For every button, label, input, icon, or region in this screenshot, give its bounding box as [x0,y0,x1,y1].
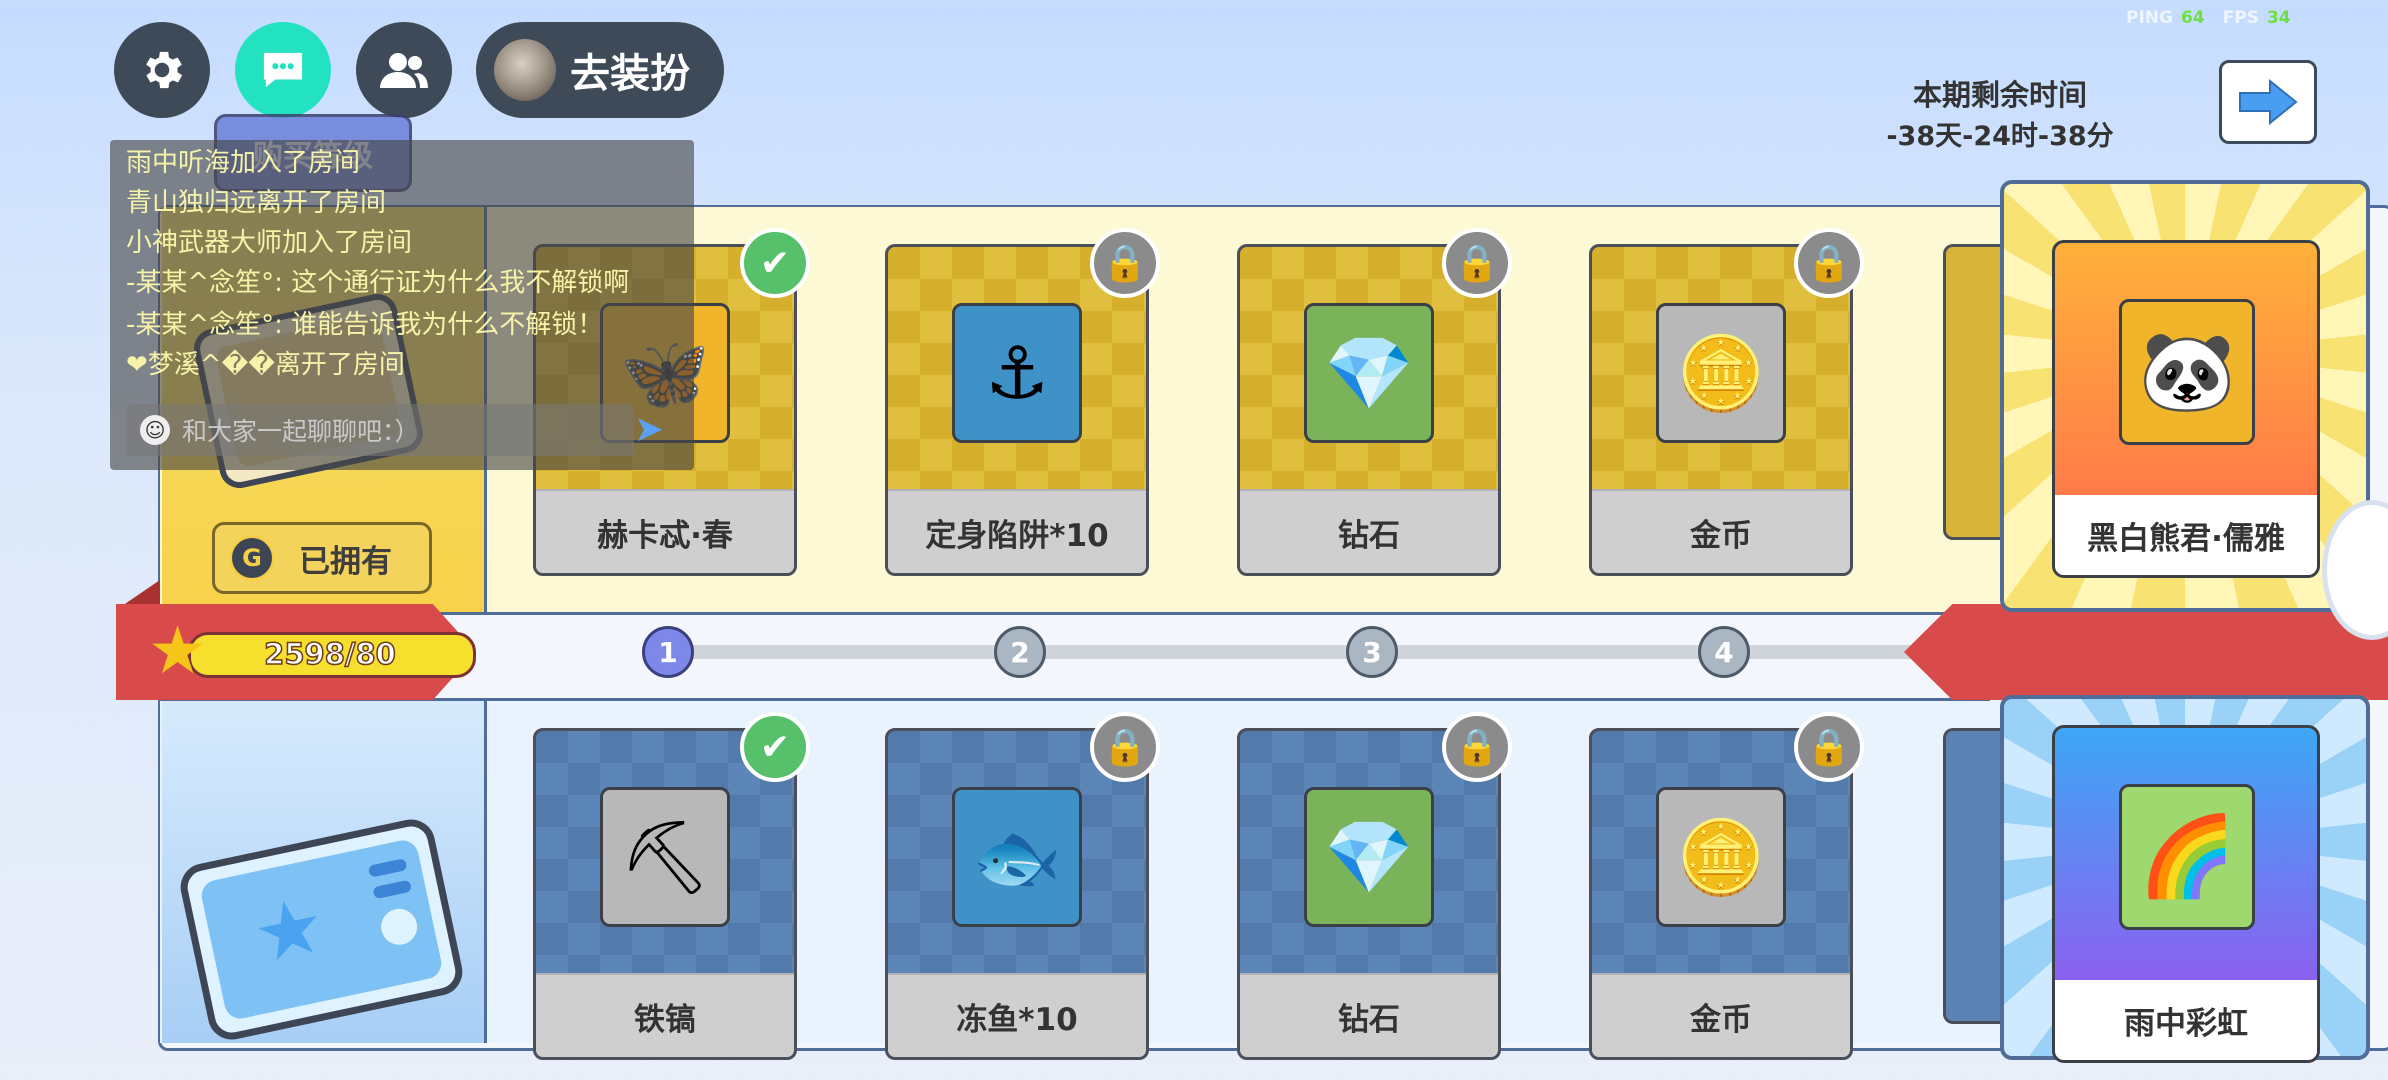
chat-bubble-icon [263,52,303,88]
level-node[interactable]: 1 [642,626,694,678]
diamond-icon: 💎 [1304,787,1434,927]
chat-message: 雨中听海加入了房间 [126,148,361,178]
reward-label: 铁镐 [536,973,794,1057]
owned-label: 已拥有 [299,543,392,580]
ping-label: PING [2126,8,2173,28]
reward-label: 钻石 [1240,973,1498,1057]
ping-fps-readout: PING 64 FPS 34 [2126,8,2291,28]
star-icon: ★ [148,612,208,689]
reward-card-partial[interactable] [1943,244,2006,540]
friends-icon [380,53,428,88]
coin-icon: 🪙 [1656,303,1786,443]
level-node[interactable]: 4 [1698,626,1750,678]
chat-placeholder: 和大家一起聊聊吧：） [182,417,420,446]
chat-button[interactable] [235,22,331,118]
gear-icon [146,51,183,89]
lock-icon: 🔒 [1794,712,1864,782]
coin-icon: 🪙 [1656,787,1786,927]
ping-value: 64 [2180,8,2205,28]
fps-label: FPS [2222,8,2259,28]
chat-message: 青山独归远离开了房间 [126,188,387,218]
premium-reward-label: 雨中彩虹 [2055,980,2317,1060]
emoji-icon[interactable]: ☺ [140,415,170,445]
claimed-check-icon: ✔ [740,712,810,782]
chat-input[interactable]: ☺ 和大家一起聊聊吧：） [126,404,634,456]
rainbow-icon: 🌈 [2119,784,2255,930]
reward-label: 冻鱼*10 [888,973,1146,1057]
frozen-fish-icon: 🐟 [952,787,1082,927]
reward-label: 金币 [1592,489,1850,573]
reward-card-partial[interactable] [1943,728,2006,1024]
avatar [494,39,556,101]
lock-icon: 🔒 [1794,228,1864,298]
reward-label: 金币 [1592,973,1850,1057]
fps-value: 34 [2266,8,2291,28]
owned-button[interactable]: G 已拥有 [212,522,432,594]
premium-ribbon [1904,604,2388,700]
season-remaining-time: -38天-24时-38分 [1886,121,2114,152]
lock-icon: 🔒 [1090,228,1160,298]
lock-icon: 🔒 [1090,712,1160,782]
dress-up-label: 去装扮 [570,51,690,97]
next-page-button[interactable] [2219,60,2317,144]
settings-button[interactable] [114,22,210,118]
reward-label: 定身陷阱*10 [888,489,1146,573]
lock-icon: 🔒 [1442,712,1512,782]
reward-label: 赫卡忒·春 [536,489,794,573]
arrow-right-icon [2239,79,2298,125]
lock-icon: 🔒 [1442,228,1512,298]
pickaxe-icon: ⛏ [600,787,730,927]
track-line [668,645,1998,659]
premium-reward-label: 黑白熊君·儒雅 [2055,495,2317,575]
chat-message: -某某^念笙°: 谁能告诉我为什么不解锁！ [126,310,604,340]
premium-reward-card[interactable]: 🌈 雨中彩虹 [2052,725,2320,1063]
chat-message: ❤梦溪^��离开了房间 [126,350,405,380]
panda-icon: 🐼 [2119,299,2255,445]
friends-button[interactable] [356,22,452,118]
send-icon[interactable]: ➤ [624,404,674,454]
chat-message: -某某^念笙°: 这个通行证为什么我不解锁啊 [126,268,630,298]
level-node[interactable]: 2 [994,626,1046,678]
anchor-trap-icon: ⚓ [952,303,1082,443]
xp-value: 2598/80 [263,636,396,672]
dress-up-button[interactable]: 去装扮 [476,22,724,118]
claimed-check-icon: ✔ [740,228,810,298]
level-node[interactable]: 3 [1346,626,1398,678]
g-coin-icon: G [229,535,275,581]
chat-message: 小神武器大师加入了房间 [126,228,413,258]
premium-reward-card[interactable]: 🐼 黑白熊君·儒雅 [2052,240,2320,578]
season-remaining-title: 本期剩余时间 [1912,78,2087,112]
diamond-icon: 💎 [1304,303,1434,443]
reward-label: 钻石 [1240,489,1498,573]
